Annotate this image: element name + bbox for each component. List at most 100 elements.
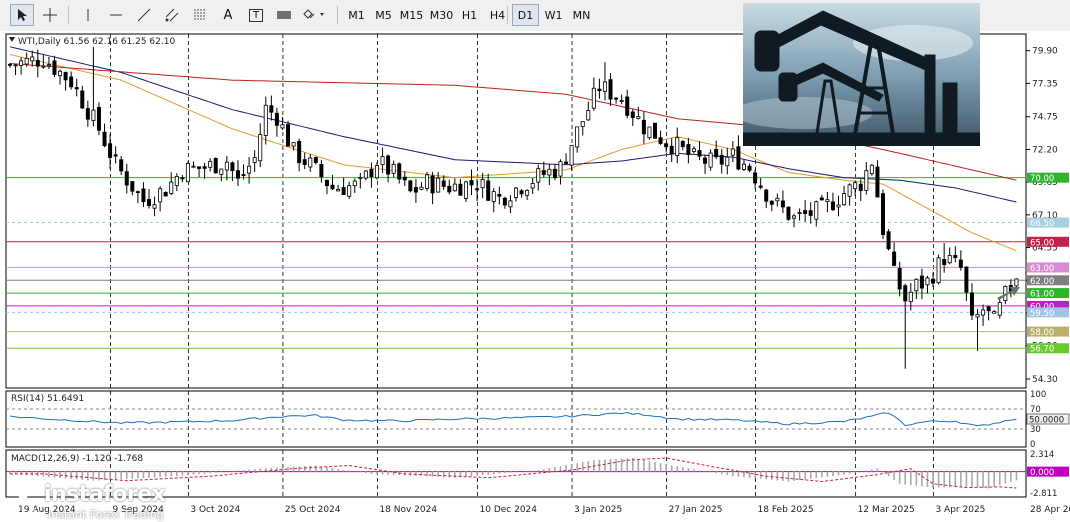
- shapes-menu-tool[interactable]: [300, 4, 330, 26]
- shapes-dropdown-icon: [303, 9, 324, 19]
- rsi-level-label: 50.0000: [1029, 416, 1064, 426]
- price-axis-label: 79.90: [1032, 47, 1058, 57]
- candle: [514, 187, 519, 198]
- candle: [780, 200, 785, 208]
- candle: [730, 148, 735, 156]
- timeframe-w1[interactable]: W1: [540, 4, 567, 26]
- candle: [235, 170, 240, 179]
- candle: [880, 193, 885, 235]
- candle: [686, 144, 691, 155]
- candle: [814, 201, 819, 220]
- candle: [35, 60, 40, 67]
- candle: [124, 171, 129, 186]
- candle: [219, 168, 224, 175]
- timeframe-m1[interactable]: M1: [343, 4, 370, 26]
- candle: [819, 197, 824, 201]
- candle: [469, 180, 474, 186]
- price-axis-label: 72.20: [1032, 145, 1058, 155]
- candle: [747, 165, 752, 171]
- level-tag-label: 63.00: [1030, 264, 1054, 274]
- vertical-line-tool[interactable]: [76, 4, 100, 26]
- candle: [102, 131, 107, 147]
- text-label-tool[interactable]: T: [244, 4, 268, 26]
- candle: [725, 156, 730, 167]
- channel-tool[interactable]: [160, 4, 184, 26]
- candle: [847, 184, 852, 197]
- candle: [536, 168, 541, 183]
- trendline-tool[interactable]: [132, 4, 156, 26]
- candle: [986, 306, 991, 312]
- candle: [324, 179, 329, 187]
- candle: [258, 134, 263, 162]
- candle: [741, 163, 746, 170]
- candle: [992, 311, 997, 314]
- candle: [180, 177, 185, 180]
- fibonacci-tool[interactable]: [188, 4, 212, 26]
- candle: [981, 309, 986, 316]
- candle: [825, 199, 830, 203]
- candle: [413, 187, 418, 193]
- candle: [135, 191, 140, 194]
- date-axis-label: 10 Dec 2024: [480, 505, 538, 515]
- candle: [85, 108, 90, 120]
- candle: [74, 87, 79, 90]
- macd-title: MACD(12,26,9) -1.120 -1.768: [11, 454, 143, 464]
- candle: [108, 143, 113, 158]
- timeframe-m5[interactable]: M5: [370, 4, 397, 26]
- instaforex-logo: instaforex Instant Forex Trading: [6, 482, 186, 521]
- candle: [280, 124, 285, 129]
- trendline-icon: [137, 8, 151, 22]
- timeframe-m15[interactable]: M15: [398, 4, 425, 26]
- candle: [669, 145, 674, 155]
- candle: [658, 137, 663, 144]
- rsi-axis-label: 30: [1030, 425, 1041, 435]
- candle: [931, 278, 936, 284]
- candle: [586, 110, 591, 121]
- candle: [530, 183, 535, 189]
- date-axis-label: 3 Oct 2024: [190, 505, 240, 515]
- candle: [597, 88, 602, 92]
- candle: [953, 255, 958, 258]
- candle: [769, 200, 774, 205]
- timeframe-m30[interactable]: M30: [428, 4, 455, 26]
- level-tag-label: 56.70: [1030, 345, 1054, 355]
- candle: [130, 181, 135, 192]
- timeframe-mn[interactable]: MN: [568, 4, 595, 26]
- candle: [964, 266, 969, 293]
- candle: [797, 212, 802, 214]
- candle: [475, 188, 480, 191]
- candle: [764, 189, 769, 202]
- horizontal-line-tool[interactable]: [104, 4, 128, 26]
- candle: [836, 204, 841, 208]
- crosshair-tool[interactable]: [38, 4, 62, 26]
- candle: [491, 191, 496, 202]
- candle: [197, 166, 202, 169]
- candle: [803, 210, 808, 214]
- cursor-tool[interactable]: [10, 4, 34, 26]
- date-axis-label: 27 Jan 2025: [669, 505, 723, 515]
- candle: [641, 119, 646, 135]
- date-axis-label: 3 Apr 2025: [935, 505, 985, 515]
- candle: [69, 76, 74, 88]
- rectangle-tool[interactable]: [272, 4, 296, 26]
- candle: [80, 90, 85, 109]
- vertical-line-icon: [87, 9, 89, 21]
- candle: [452, 183, 457, 192]
- candle: [336, 188, 341, 192]
- candle: [864, 170, 869, 191]
- timeframe-h1[interactable]: H1: [456, 4, 483, 26]
- candle: [313, 157, 318, 163]
- candle: [458, 183, 463, 196]
- candle: [7, 63, 12, 66]
- candle: [63, 72, 68, 81]
- candle: [958, 259, 963, 268]
- timeframe-d1[interactable]: D1: [512, 4, 539, 26]
- candle: [708, 152, 713, 168]
- text-label-icon: T: [248, 8, 264, 22]
- text-tool[interactable]: A: [216, 4, 240, 26]
- candle: [969, 292, 974, 316]
- candle: [141, 188, 146, 203]
- candle: [447, 185, 452, 193]
- rectangle-icon: [277, 11, 291, 19]
- candle: [997, 302, 1002, 316]
